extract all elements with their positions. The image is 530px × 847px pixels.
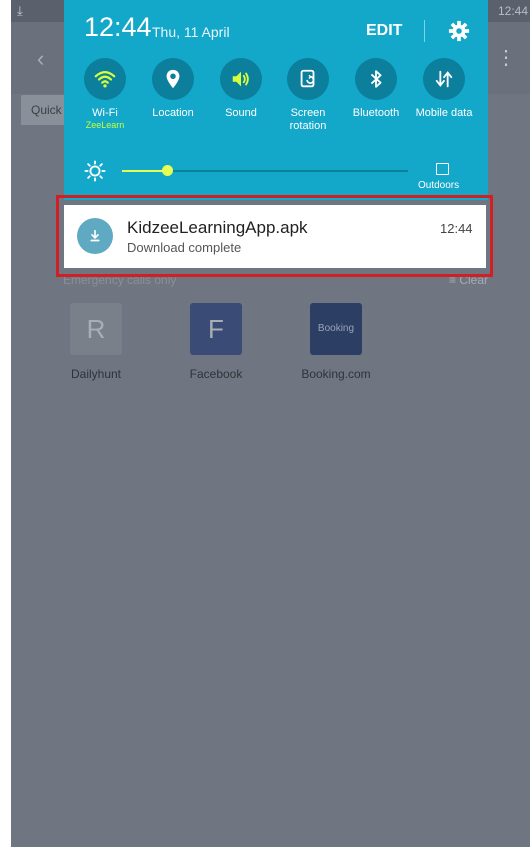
outdoors-label: Outdoors xyxy=(418,180,460,191)
quick-setting-label: Location xyxy=(152,107,194,119)
panel-clock: 12:44 xyxy=(84,12,152,42)
quick-setting-label: Bluetooth xyxy=(352,107,400,119)
location-icon xyxy=(166,69,180,89)
brightness-icon xyxy=(84,160,106,182)
panel-date: Thu, 11 April xyxy=(152,24,230,40)
back-icon[interactable]: ‹ xyxy=(37,46,44,72)
quick-setting-screen-rotation[interactable]: Screen rotation xyxy=(275,58,341,133)
quick-setting-sound[interactable]: Sound xyxy=(208,58,274,120)
status-download-icon: ⤓ xyxy=(17,3,23,18)
app-icon: Booking xyxy=(310,303,362,355)
brightness-slider-thumb[interactable] xyxy=(162,165,173,176)
mobile-data-icon xyxy=(435,70,453,88)
outdoors-checkbox[interactable] xyxy=(436,163,449,175)
notification-panel: 12:44 Thu, 11 April EDIT Wi-Fi ZeeLearn … xyxy=(64,0,488,200)
app-dailyhunt[interactable]: R Dailyhunt xyxy=(56,303,136,381)
more-options-icon[interactable]: ⋮ xyxy=(496,48,516,68)
sound-icon xyxy=(232,71,249,87)
app-booking[interactable]: Booking Booking.com xyxy=(296,303,376,381)
app-icon: R xyxy=(70,303,122,355)
app-facebook[interactable]: F Facebook xyxy=(176,303,256,381)
wifi-icon xyxy=(94,71,116,88)
app-label: Facebook xyxy=(189,367,243,381)
highlight-box xyxy=(56,195,493,277)
quick-setting-label: Screen rotation xyxy=(289,107,327,132)
settings-gear-icon[interactable] xyxy=(448,20,470,42)
quick-setting-label: Wi-Fi xyxy=(92,107,118,119)
quick-setting-wifi[interactable]: Wi-Fi ZeeLearn xyxy=(72,58,138,131)
quick-setting-location[interactable]: Location xyxy=(140,58,206,120)
screen-rotation-icon xyxy=(300,69,315,88)
quick-setting-label: Mobile data xyxy=(415,107,473,119)
app-label: Dailyhunt xyxy=(70,367,122,381)
quick-setting-bluetooth[interactable]: Bluetooth xyxy=(343,58,409,120)
app-label: Booking.com xyxy=(301,367,371,381)
wifi-network-name: ZeeLearn xyxy=(85,120,125,130)
quick-setting-mobile-data[interactable]: Mobile data xyxy=(411,58,477,120)
quick-setting-label: Sound xyxy=(225,107,257,119)
status-clock: 12:44 xyxy=(497,4,528,18)
bluetooth-icon xyxy=(370,70,382,88)
edit-button[interactable]: EDIT xyxy=(366,22,402,40)
header-divider xyxy=(424,20,425,42)
app-icon: F xyxy=(190,303,242,355)
